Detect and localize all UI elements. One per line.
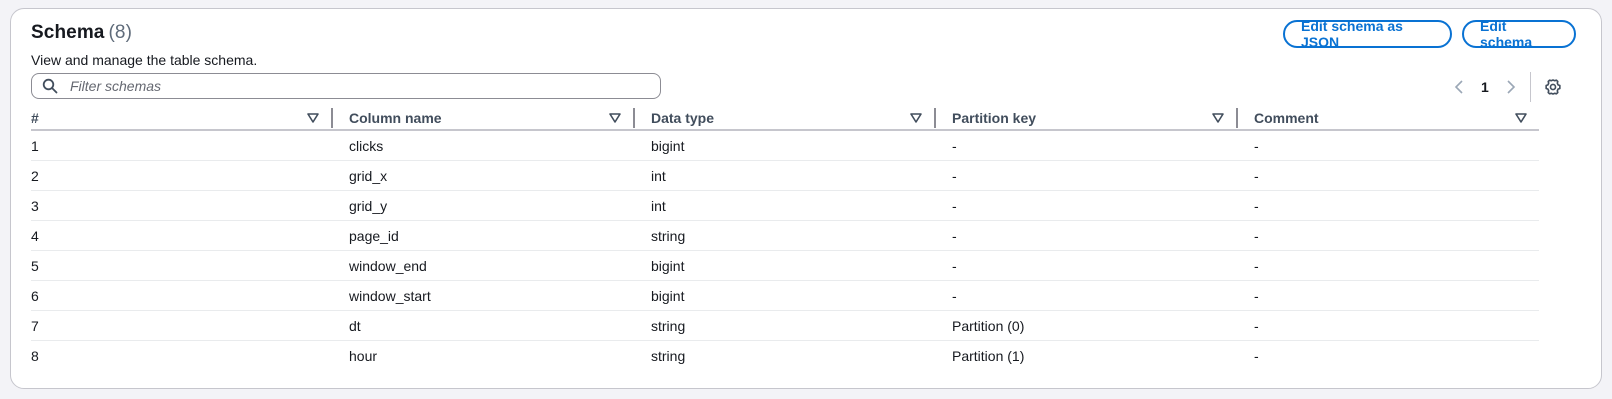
column-header-label: # — [31, 110, 39, 126]
cell-index: 7 — [31, 310, 333, 341]
schema-count: (8) — [108, 22, 133, 43]
chevron-left-icon — [1454, 80, 1463, 94]
cell-comment: - — [1238, 310, 1539, 341]
table-row: 7 dt string Partition (0) - — [31, 310, 1539, 341]
column-header-label: Column name — [349, 110, 442, 126]
cell-partition-key: - — [936, 280, 1238, 311]
edit-schema-button[interactable]: Edit schema — [1462, 18, 1576, 50]
cell-column-name: dt — [333, 310, 635, 341]
chevron-right-icon — [1507, 80, 1515, 94]
column-header-label: Comment — [1254, 110, 1319, 126]
column-header-column-name[interactable]: Column name — [333, 107, 635, 131]
previous-page-button[interactable] — [1451, 79, 1467, 95]
table-row: 6 window_start bigint - - — [31, 280, 1539, 311]
schema-panel: Schema (8) View and manage the table sche… — [10, 8, 1602, 389]
pagination: 1 — [1451, 72, 1562, 102]
cell-comment: - — [1238, 160, 1539, 191]
cell-data-type: bigint — [635, 280, 936, 311]
preferences-button[interactable] — [1544, 78, 1562, 96]
cell-index: 1 — [31, 130, 333, 161]
search-icon — [42, 78, 58, 94]
table-row: 3 grid_y int - - — [31, 190, 1539, 221]
cell-partition-key: Partition (1) — [952, 347, 1025, 364]
next-page-button[interactable] — [1503, 79, 1519, 95]
pager-divider — [1529, 72, 1531, 102]
cell-data-type: string — [635, 310, 936, 341]
title-text: Schema — [31, 22, 105, 43]
cell-comment: - — [1238, 130, 1539, 161]
sort-down-icon[interactable] — [910, 112, 922, 124]
table-row: 2 grid_x int - - — [31, 160, 1539, 191]
current-page-number[interactable]: 1 — [1481, 79, 1489, 95]
column-header-partition-key[interactable]: Partition key — [936, 107, 1238, 131]
cell-partition-key: - — [936, 250, 1238, 281]
cell-column-name: window_end — [333, 250, 635, 281]
page-title: Schema (8) — [31, 22, 132, 43]
gear-icon — [1545, 79, 1561, 95]
cell-partition-key: - — [936, 130, 1238, 161]
cell-partition-key: - — [936, 190, 1238, 221]
filter-input-wrapper[interactable] — [31, 73, 661, 99]
cell-data-type: string — [651, 347, 686, 364]
cell-column-name: page_id — [333, 220, 635, 251]
table-row: 8 hour string Partition (1) - — [31, 341, 1539, 371]
cell-data-type: bigint — [635, 250, 936, 281]
cell-comment: - — [1238, 280, 1539, 311]
table-row: 4 page_id string - - — [31, 220, 1539, 251]
cell-column-name: grid_x — [333, 160, 635, 191]
cell-column-name: hour — [349, 347, 378, 364]
cell-data-type: int — [635, 190, 936, 221]
table-row: 5 window_end bigint - - — [31, 250, 1539, 281]
column-header-label: Data type — [651, 110, 715, 126]
panel-header: Schema (8) — [31, 22, 132, 44]
filter-schemas-input[interactable] — [68, 77, 632, 95]
panel-description: View and manage the table schema. — [31, 52, 258, 68]
cell-index: 3 — [31, 190, 333, 221]
cell-partition-key: - — [936, 220, 1238, 251]
column-header-data-type[interactable]: Data type — [635, 107, 936, 131]
cell-data-type: int — [635, 160, 936, 191]
cell-comment: - — [1254, 347, 1259, 364]
cell-column-name: grid_y — [333, 190, 635, 221]
cell-index: 8 — [31, 347, 39, 364]
column-header-label: Partition key — [952, 110, 1037, 126]
edit-schema-json-button[interactable]: Edit schema as JSON — [1283, 18, 1452, 50]
cell-column-name: window_start — [333, 280, 635, 311]
cell-data-type: bigint — [635, 130, 936, 161]
cell-index: 4 — [31, 220, 333, 251]
cell-comment: - — [1238, 190, 1539, 221]
cell-index: 5 — [31, 250, 333, 281]
cell-data-type: string — [635, 220, 936, 251]
cell-index: 2 — [31, 160, 333, 191]
sort-down-icon[interactable] — [1515, 112, 1527, 124]
cell-partition-key: Partition (0) — [936, 310, 1238, 341]
schema-table: # Column name Data type Partition key Co… — [31, 107, 1539, 370]
cell-comment: - — [1238, 250, 1539, 281]
cell-partition-key: - — [936, 160, 1238, 191]
cell-index: 6 — [31, 280, 333, 311]
cell-comment: - — [1238, 220, 1539, 251]
column-header-comment[interactable]: Comment — [1238, 107, 1539, 131]
table-row: 1 clicks bigint - - — [31, 130, 1539, 161]
cell-column-name: clicks — [333, 130, 635, 161]
sort-down-icon[interactable] — [609, 112, 621, 124]
sort-down-icon[interactable] — [1212, 112, 1224, 124]
column-header-index[interactable]: # — [31, 107, 333, 131]
table-header-row: # Column name Data type Partition key Co… — [31, 107, 1539, 131]
sort-down-icon[interactable] — [307, 112, 319, 124]
